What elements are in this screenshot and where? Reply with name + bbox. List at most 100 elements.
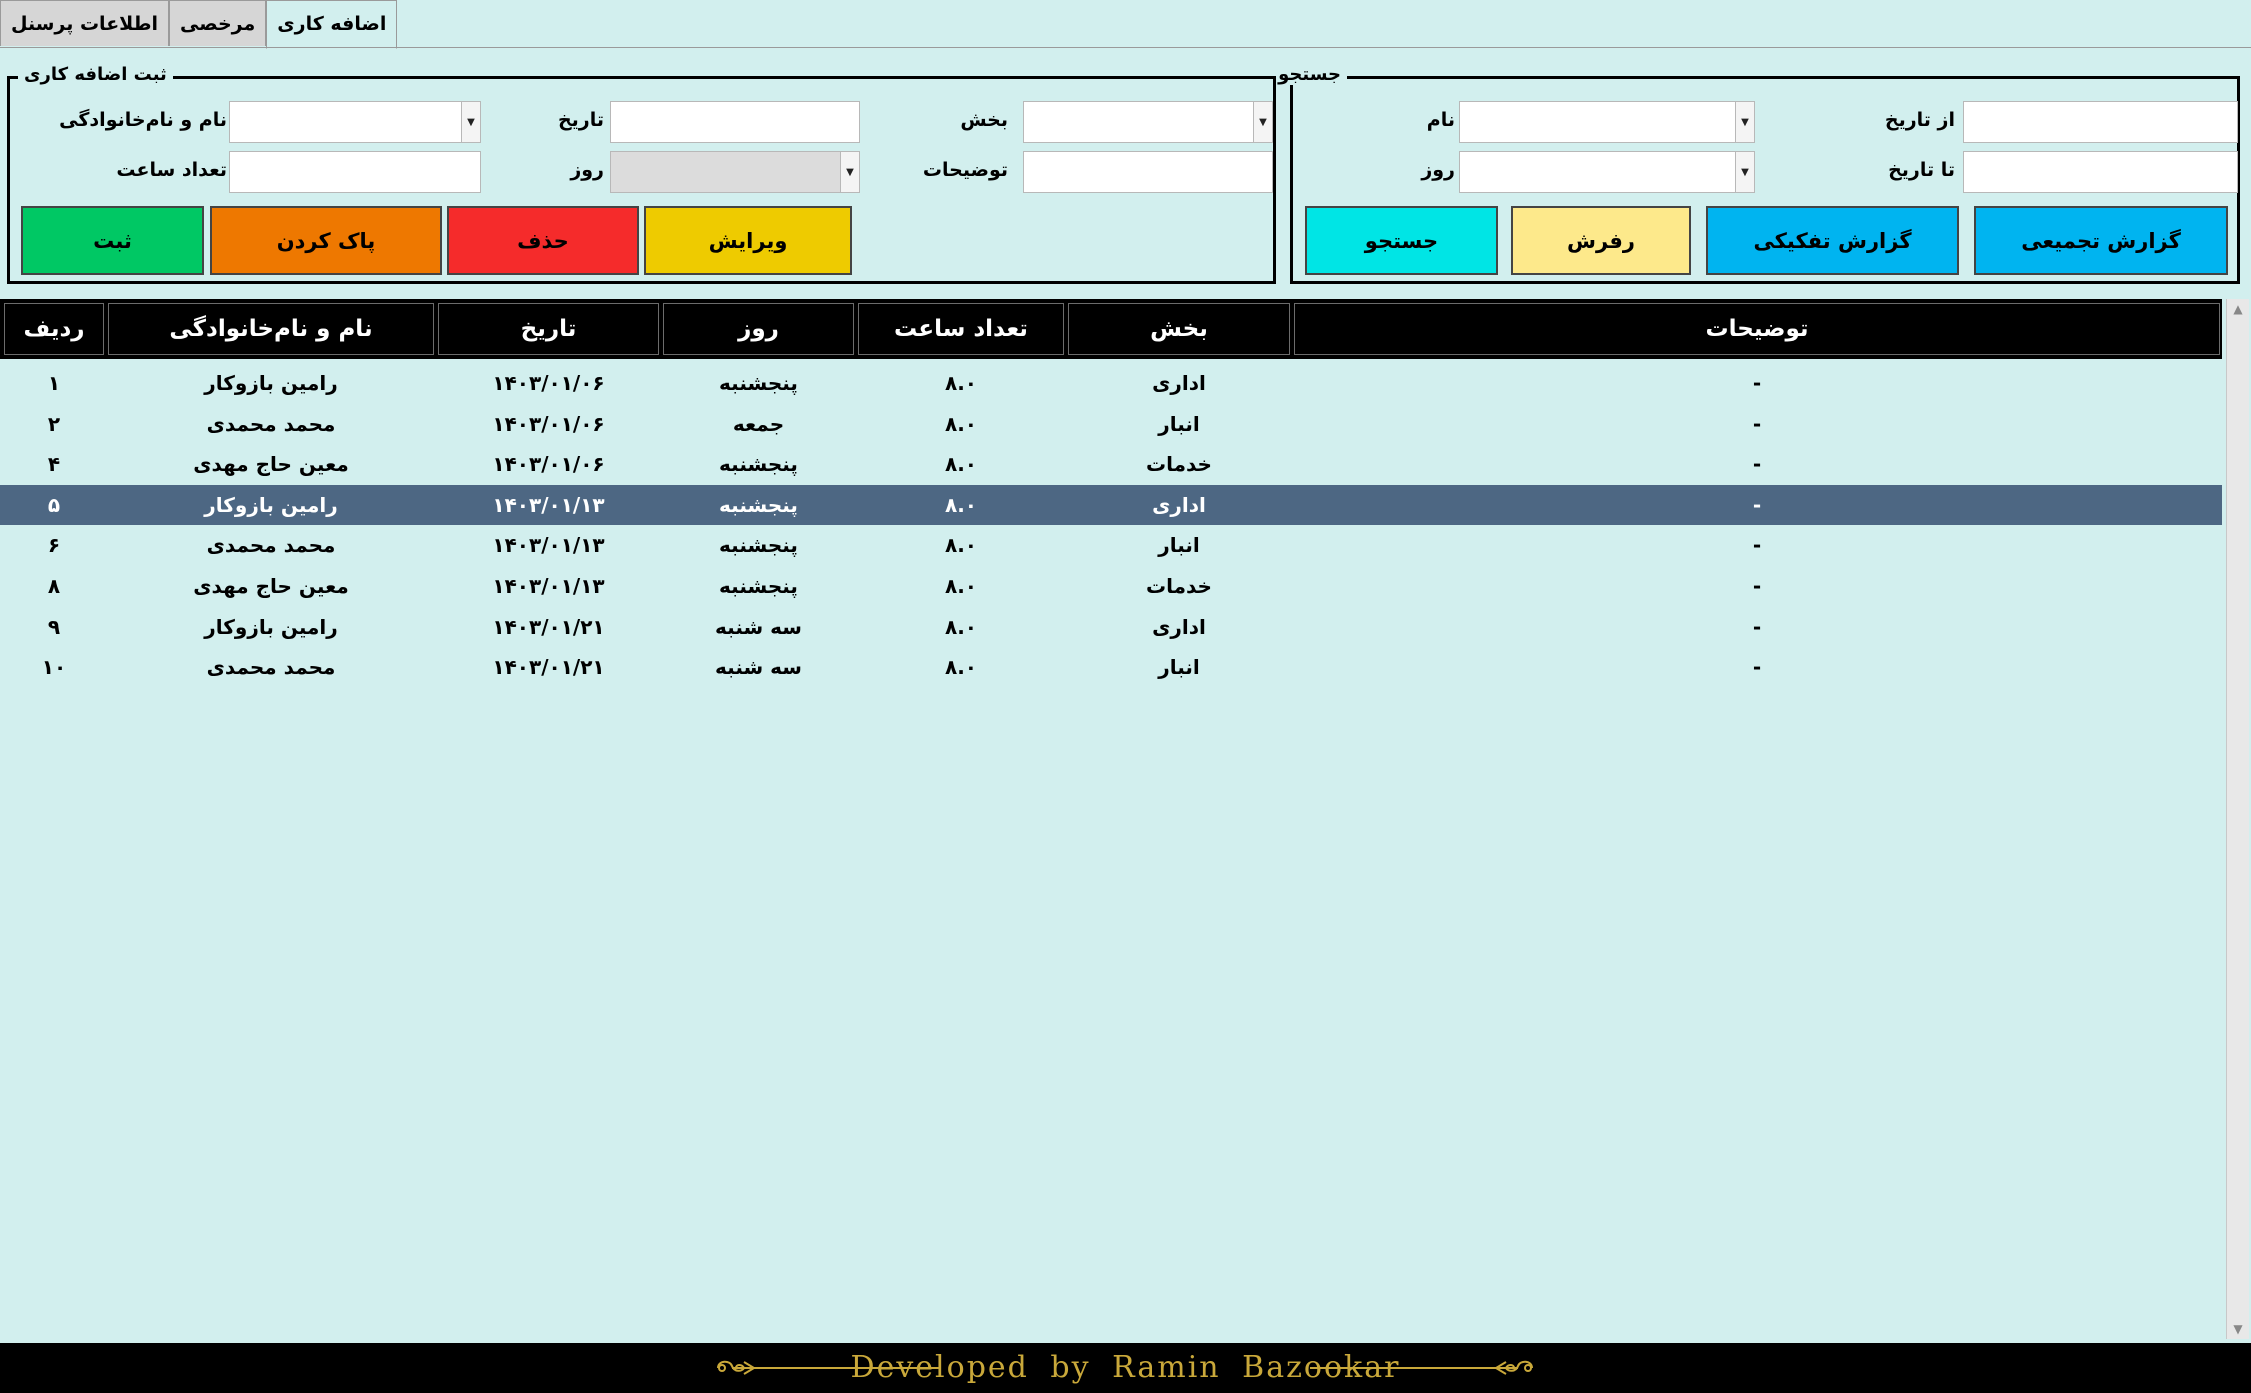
cell-date: ۱۴۰۳/۰۱/۱۳ xyxy=(492,533,605,558)
cell-row-number: ۵ xyxy=(47,492,61,517)
cell-date: ۱۴۰۳/۰۱/۰۶ xyxy=(492,411,605,436)
summary-report-button[interactable]: گزارش تجمیعی xyxy=(1974,206,2228,275)
cell-description: - xyxy=(1752,655,1762,680)
cell-hours: ۸.۰ xyxy=(944,452,977,477)
cell-row-number: ۹ xyxy=(47,614,61,639)
cell-date: ۱۴۰۳/۰۱/۱۳ xyxy=(492,574,605,598)
cell-department: اداری xyxy=(1152,371,1206,395)
search-group: جستجو از تاریخ ▼ نام تا تاریخ ▼ روز گزار… xyxy=(1272,64,2240,284)
table-row[interactable]: - خدمات ۸.۰ پنجشنبه ۱۴۰۳/۰۱/۱۳ معین حاج مهدی ۸ xyxy=(0,566,2222,606)
search-button[interactable]: جستجو xyxy=(1305,206,1498,275)
cell-department: انبار xyxy=(1158,655,1200,680)
chevron-down-icon[interactable]: ▼ xyxy=(1735,102,1754,142)
developer-credit: Developed by Ramin Bazookar xyxy=(850,1350,1401,1385)
column-header-name[interactable]: نام و نام‌خانوادگی xyxy=(108,303,434,355)
table-row[interactable]: - اداری ۸.۰ پنجشنبه ۱۴۰۳/۰۱/۱۳ رامین بازوکار ۵ xyxy=(0,484,2222,525)
cell-hours: ۸.۰ xyxy=(944,533,977,558)
employee-name-label: نام و نام‌خانوادگی xyxy=(59,109,227,131)
tab-bar: اطلاعات پرسنل مرخصی اضافه کاری xyxy=(0,0,398,49)
column-header-description[interactable]: توضیحات xyxy=(1294,303,2220,355)
overtime-entry-group: ثبت اضافه کاری ▼ بخش تاریخ ▼ نام و نام‌خ… xyxy=(7,64,1276,284)
cell-date: ۱۴۰۳/۰۱/۰۶ xyxy=(492,371,605,395)
refresh-button[interactable]: رفرش xyxy=(1511,206,1691,275)
cell-row-number: ۱ xyxy=(47,371,61,395)
name-combo[interactable]: ▼ xyxy=(1459,101,1755,143)
edit-button[interactable]: ویرایش xyxy=(644,206,852,275)
day-label: روز xyxy=(1421,159,1455,181)
cell-day: جمعه xyxy=(732,411,785,436)
cell-hours: ۸.۰ xyxy=(944,614,977,639)
chevron-down-icon[interactable]: ▼ xyxy=(1253,102,1272,142)
from-date-input[interactable] xyxy=(1963,101,2238,143)
tab-overtime[interactable]: اضافه کاری xyxy=(266,0,398,49)
cell-hours: ۸.۰ xyxy=(944,411,977,436)
cell-day: پنجشنبه xyxy=(719,574,798,598)
scroll-up-icon[interactable]: ▲ xyxy=(2227,299,2249,319)
scroll-down-icon[interactable]: ▼ xyxy=(2227,1319,2249,1339)
submit-button[interactable]: ثبت xyxy=(21,206,204,275)
hours-label: تعداد ساعت xyxy=(116,159,227,181)
table-row[interactable]: - انبار ۸.۰ سه شنبه ۱۴۰۳/۰۱/۲۱ محمد محمدی ۱۰ xyxy=(0,647,2222,687)
tab-leave[interactable]: مرخصی xyxy=(169,0,267,46)
cell-description: - xyxy=(1752,371,1762,395)
table-row[interactable]: - انبار ۸.۰ پنجشنبه ۱۴۰۳/۰۱/۱۳ محمد محمدی ۶ xyxy=(0,525,2222,565)
column-header-department[interactable]: بخش xyxy=(1068,303,1290,355)
clear-button[interactable]: پاک کردن xyxy=(210,206,442,275)
table-row[interactable]: - اداری ۸.۰ پنجشنبه ۱۴۰۳/۰۱/۰۶ رامین بازوکار ۱ xyxy=(0,363,2222,403)
tab-personnel-info[interactable]: اطلاعات پرسنل xyxy=(0,0,170,46)
footer-banner: Developed by Ramin Bazookar xyxy=(0,1343,2251,1393)
cell-hours: ۸.۰ xyxy=(944,371,977,395)
overtime-table[interactable]: توضیحات بخش تعداد ساعت روز تاریخ نام و ن… xyxy=(0,299,2222,1339)
table-row[interactable]: - اداری ۸.۰ سه شنبه ۱۴۰۳/۰۱/۲۱ رامین بازوکار ۹ xyxy=(0,607,2222,647)
cell-name: معین حاج مهدی xyxy=(193,452,349,477)
chevron-down-icon[interactable]: ▼ xyxy=(1735,152,1754,192)
column-header-row[interactable]: ردیف xyxy=(4,303,104,355)
cell-department: اداری xyxy=(1152,614,1206,639)
cell-description: - xyxy=(1752,452,1762,477)
description-label: توضیحات xyxy=(922,159,1008,181)
name-label: نام xyxy=(1426,109,1455,131)
cell-date: ۱۴۰۳/۰۱/۰۶ xyxy=(492,452,605,477)
column-header-hours[interactable]: تعداد ساعت xyxy=(858,303,1064,355)
cell-description: - xyxy=(1752,533,1762,558)
cell-department: اداری xyxy=(1152,492,1206,517)
hours-input[interactable] xyxy=(229,151,481,193)
column-header-date[interactable]: تاریخ xyxy=(438,303,659,355)
column-header-day[interactable]: روز xyxy=(663,303,854,355)
date-input[interactable] xyxy=(610,101,860,143)
cell-name: رامین بازوکار xyxy=(204,492,338,517)
ornament-right-icon xyxy=(1310,1360,1533,1375)
cell-name: رامین بازوکار xyxy=(204,614,338,639)
to-date-input[interactable] xyxy=(1963,151,2238,193)
table-row[interactable]: - انبار ۸.۰ جمعه ۱۴۰۳/۰۱/۰۶ محمد محمدی ۲ xyxy=(0,404,2222,444)
cell-row-number: ۲ xyxy=(47,411,61,436)
cell-department: خدمات xyxy=(1146,452,1212,477)
cell-date: ۱۴۰۳/۰۱/۲۱ xyxy=(492,614,605,639)
tab-divider xyxy=(0,47,2251,48)
cell-department: انبار xyxy=(1158,411,1200,436)
day-combo[interactable]: ▼ xyxy=(1459,151,1755,193)
cell-row-number: ۱۰ xyxy=(41,655,67,680)
description-input[interactable] xyxy=(1023,151,1273,193)
date-label: تاریخ xyxy=(557,109,604,131)
department-combo[interactable]: ▼ xyxy=(1023,101,1273,143)
table-row[interactable]: - خدمات ۸.۰ پنجشنبه ۱۴۰۳/۰۱/۰۶ معین حاج مهدی ۴ xyxy=(0,444,2222,484)
cell-name: معین حاج مهدی xyxy=(193,574,349,598)
cell-day: پنجشنبه xyxy=(719,452,798,477)
cell-hours: ۸.۰ xyxy=(944,492,977,517)
search-group-title: جستجو xyxy=(1272,64,1347,85)
cell-row-number: ۸ xyxy=(47,574,61,598)
employee-name-combo[interactable]: ▼ xyxy=(229,101,481,143)
cell-description: - xyxy=(1752,574,1762,598)
chevron-down-icon: ▼ xyxy=(840,152,859,192)
detailed-report-button[interactable]: گزارش تفکیکی xyxy=(1706,206,1959,275)
from-date-label: از تاریخ xyxy=(1884,109,1955,131)
cell-name: محمد محمدی xyxy=(206,411,336,436)
delete-button[interactable]: حذف xyxy=(447,206,639,275)
cell-day: سه شنبه xyxy=(715,614,802,639)
vertical-scrollbar[interactable]: ▲ ▼ xyxy=(2226,299,2249,1339)
entry-day-label: روز xyxy=(570,159,604,181)
cell-row-number: ۶ xyxy=(47,533,61,558)
cell-department: خدمات xyxy=(1146,574,1212,598)
chevron-down-icon[interactable]: ▼ xyxy=(461,102,480,142)
